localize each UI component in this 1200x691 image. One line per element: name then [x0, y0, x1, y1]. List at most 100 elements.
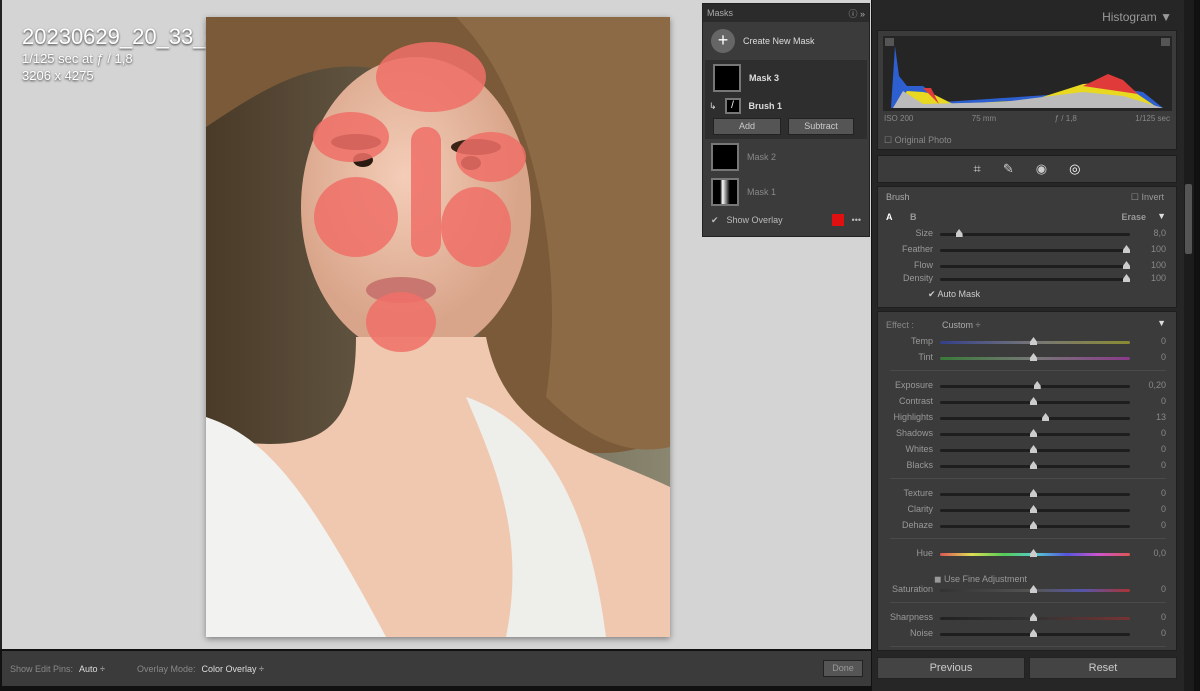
brush-tab-b[interactable]: B	[910, 212, 917, 222]
slider-thumb[interactable]	[1030, 397, 1037, 405]
slider-clarity[interactable]: Clarity 0	[878, 503, 1176, 517]
slider-thumb[interactable]	[1030, 489, 1037, 497]
slider-thumb[interactable]	[1030, 353, 1037, 361]
mask-icon[interactable]: ◎	[1069, 161, 1080, 177]
slider-track[interactable]	[940, 353, 1130, 361]
scrollbar-thumb[interactable]	[1185, 184, 1192, 254]
brush-tab-erase[interactable]: Erase	[1121, 212, 1146, 222]
slider-thumb[interactable]	[1030, 337, 1037, 345]
edit-pins-select[interactable]: Auto ÷	[79, 664, 105, 674]
slider-thumb[interactable]	[1123, 274, 1130, 282]
slider-track[interactable]	[940, 613, 1130, 621]
done-button[interactable]: Done	[823, 660, 863, 677]
slider-highlights[interactable]: Highlights 13	[878, 411, 1176, 425]
slider-value[interactable]: 0	[1161, 488, 1166, 498]
help-icon[interactable]: ⓘ »	[848, 7, 865, 20]
slider-density[interactable]: Density 100	[878, 272, 1178, 286]
slider-track[interactable]	[940, 229, 1130, 237]
slider-feather[interactable]: Feather 100	[878, 243, 1178, 257]
histogram-header[interactable]: Histogram ▼	[1102, 10, 1172, 24]
shadow-clip-icon[interactable]	[885, 38, 894, 46]
highlight-clip-icon[interactable]	[1161, 38, 1170, 46]
slider-value[interactable]: 0	[1161, 352, 1166, 362]
slider-shadows[interactable]: Shadows 0	[878, 427, 1176, 441]
create-new-mask-button[interactable]: + Create New Mask	[703, 22, 869, 60]
slider-value[interactable]: 100	[1151, 260, 1166, 270]
slider-value[interactable]: 0	[1161, 444, 1166, 454]
slider-flow[interactable]: Flow 100	[878, 259, 1178, 273]
mask-item-1[interactable]: Mask 1	[703, 175, 869, 209]
slider-hue[interactable]: Hue 0,0	[878, 547, 1176, 561]
slider-track[interactable]	[940, 461, 1130, 469]
slider-thumb[interactable]	[955, 229, 963, 237]
slider-track[interactable]	[940, 429, 1130, 437]
slider-track[interactable]	[940, 549, 1130, 557]
slider-value[interactable]: 0	[1161, 628, 1166, 638]
slider-value[interactable]: 0,0	[1153, 548, 1166, 558]
slider-thumb[interactable]	[1030, 505, 1037, 513]
auto-mask-checkbox[interactable]: ✔ Auto Mask	[928, 289, 980, 300]
slider-thumb[interactable]	[1030, 613, 1037, 621]
slider-thumb[interactable]	[1030, 521, 1037, 529]
slider-sharpness[interactable]: Sharpness 0	[878, 611, 1176, 625]
slider-track[interactable]	[940, 397, 1130, 405]
effect-menu-icon[interactable]: ▼	[1157, 318, 1166, 328]
portrait-photo[interactable]	[206, 17, 670, 637]
slider-value[interactable]: 0	[1161, 396, 1166, 406]
slider-value[interactable]: 0	[1161, 336, 1166, 346]
brush-menu-icon[interactable]: ▼	[1157, 211, 1166, 221]
slider-value[interactable]: 0	[1161, 460, 1166, 470]
slider-thumb[interactable]	[1030, 461, 1037, 469]
slider-saturation[interactable]: Saturation 0	[878, 583, 1176, 597]
slider-track[interactable]	[940, 521, 1130, 529]
show-overlay-checkbox[interactable]: ✔	[711, 215, 719, 226]
slider-value[interactable]: 100	[1151, 273, 1166, 283]
slider-dehaze[interactable]: Dehaze 0	[878, 519, 1176, 533]
slider-thumb[interactable]	[1123, 245, 1130, 253]
slider-track[interactable]	[940, 274, 1130, 282]
slider-track[interactable]	[940, 629, 1130, 637]
slider-track[interactable]	[940, 489, 1130, 497]
overlay-mode-select[interactable]: Color Overlay ÷	[202, 664, 264, 674]
slider-thumb[interactable]	[1030, 429, 1037, 437]
fine-adjustment-checkbox[interactable]: ◼ Use Fine Adjustment	[934, 574, 1027, 585]
slider-thumb[interactable]	[1030, 445, 1037, 453]
subtract-button[interactable]: Subtract	[788, 118, 854, 135]
slider-track[interactable]	[940, 413, 1130, 421]
slider-value[interactable]: 100	[1151, 244, 1166, 254]
slider-value[interactable]: 0	[1161, 520, 1166, 530]
slider-value[interactable]: 0	[1161, 584, 1166, 594]
brush-component[interactable]: ↳ / Brush 1	[705, 94, 867, 118]
slider-track[interactable]	[940, 245, 1130, 253]
slider-value[interactable]: 0	[1161, 504, 1166, 514]
invert-checkbox[interactable]: ☐ Invert	[1131, 192, 1164, 203]
slider-noise[interactable]: Noise 0	[878, 627, 1176, 641]
slider-tint[interactable]: Tint 0	[878, 351, 1176, 365]
brush-tab-a[interactable]: A	[886, 212, 893, 222]
slider-temp[interactable]: Temp 0	[878, 335, 1176, 349]
slider-exposure[interactable]: Exposure 0,20	[878, 379, 1176, 393]
slider-thumb[interactable]	[1033, 381, 1041, 389]
slider-size[interactable]: Size 8,0	[878, 227, 1178, 241]
slider-thumb[interactable]	[1042, 413, 1050, 421]
heal-icon[interactable]: ✎	[1003, 161, 1014, 177]
slider-whites[interactable]: Whites 0	[878, 443, 1176, 457]
more-icon[interactable]: •••	[852, 215, 861, 225]
slider-contrast[interactable]: Contrast 0	[878, 395, 1176, 409]
overlay-color-swatch[interactable]	[831, 214, 844, 226]
previous-button[interactable]: Previous	[877, 657, 1025, 679]
slider-track[interactable]	[940, 261, 1130, 269]
slider-thumb[interactable]	[1030, 585, 1037, 593]
original-photo-checkbox[interactable]: ☐ Original Photo	[884, 135, 952, 146]
slider-track[interactable]	[940, 381, 1130, 389]
add-button[interactable]: Add	[713, 118, 781, 135]
slider-track[interactable]	[940, 337, 1130, 345]
crop-icon[interactable]: ⌗	[974, 161, 981, 177]
slider-track[interactable]	[940, 445, 1130, 453]
slider-value[interactable]: 0,20	[1148, 380, 1166, 390]
slider-thumb[interactable]	[1030, 549, 1037, 557]
slider-value[interactable]: 0	[1161, 612, 1166, 622]
mask-item-3[interactable]: Mask 3	[705, 62, 867, 94]
mask-item-2[interactable]: Mask 2	[703, 139, 869, 175]
slider-value[interactable]: 8,0	[1153, 228, 1166, 238]
